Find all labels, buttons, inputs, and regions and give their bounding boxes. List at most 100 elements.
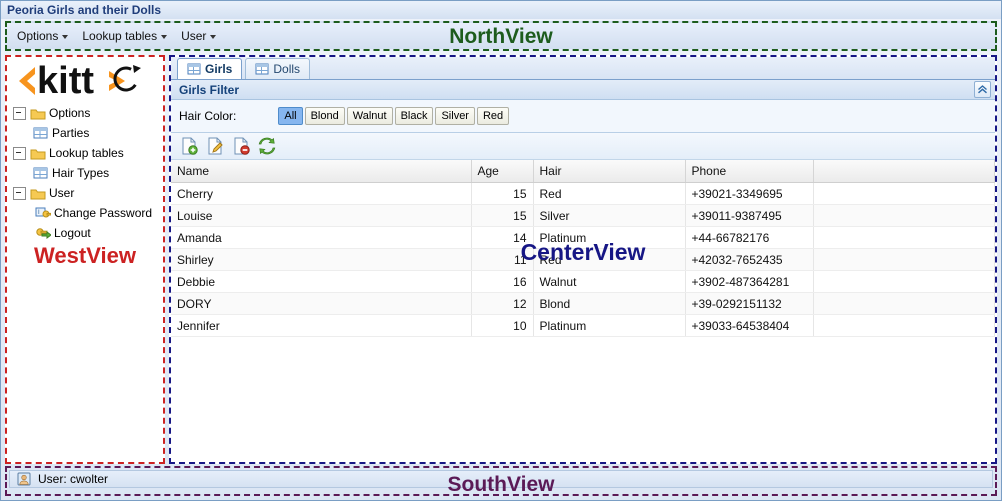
tree-node-user[interactable]: User bbox=[13, 183, 163, 203]
table-row[interactable]: Debbie 16 Walnut +3902-487364281 bbox=[171, 270, 995, 293]
tree-node-label: Parties bbox=[52, 126, 90, 140]
cell-filler bbox=[813, 314, 995, 337]
delete-record-button[interactable] bbox=[231, 136, 251, 156]
page-delete-icon bbox=[234, 137, 250, 155]
folder-icon bbox=[30, 149, 46, 159]
tree-node-label: Options bbox=[49, 106, 91, 120]
tree-node-hair-types[interactable]: Hair Types bbox=[13, 163, 163, 183]
tree-node-logout[interactable]: Logout bbox=[13, 223, 163, 243]
collapse-toggle-icon[interactable] bbox=[13, 106, 26, 120]
cell-hair: Red bbox=[533, 182, 686, 205]
folder-icon bbox=[30, 109, 46, 119]
west-region-label: WestView bbox=[34, 243, 136, 268]
cell-age: 15 bbox=[471, 204, 534, 227]
cell-name: DORY bbox=[171, 292, 472, 315]
cell-hair: Platinum bbox=[533, 314, 686, 337]
filter-option-black[interactable]: Black bbox=[394, 107, 434, 125]
cell-name: Debbie bbox=[171, 270, 472, 293]
menu-item-options-label: Options bbox=[17, 29, 59, 43]
filter-option-all[interactable]: All bbox=[278, 107, 303, 125]
table-icon bbox=[33, 167, 48, 179]
menu-bar: Options Lookup tables User bbox=[11, 26, 224, 46]
table-row[interactable]: Cherry 15 Red +39021-3349695 bbox=[171, 182, 995, 205]
chevron-down-icon bbox=[161, 34, 168, 39]
cell-filler bbox=[813, 248, 995, 271]
column-header-phone[interactable]: Phone bbox=[685, 160, 814, 183]
tree-node-options[interactable]: Options bbox=[13, 103, 163, 123]
filter-panel-body: Hair Color: All Blond Walnut Black Silve… bbox=[171, 100, 995, 133]
filter-panel-title: Girls Filter bbox=[179, 82, 240, 97]
cell-hair: Silver bbox=[533, 204, 686, 227]
cell-hair: Platinum bbox=[533, 226, 686, 249]
refresh-button[interactable] bbox=[257, 136, 277, 156]
cell-hair: Red bbox=[533, 248, 686, 271]
tree-node-label: User bbox=[49, 186, 75, 200]
table-row[interactable]: Louise 15 Silver +39011-9387495 bbox=[171, 204, 995, 227]
table-row[interactable]: Jennifer 10 Platinum +39033-64538404 bbox=[171, 314, 995, 337]
center-region: Girls Dolls Girls Filter Hair Color: All… bbox=[169, 55, 997, 464]
tree-node-change-password[interactable]: I Change Password bbox=[13, 203, 163, 223]
tree-node-label: Lookup tables bbox=[49, 146, 124, 160]
tab-girls[interactable]: Girls bbox=[177, 58, 243, 79]
cell-age: 10 bbox=[471, 314, 534, 337]
new-record-button[interactable] bbox=[179, 136, 199, 156]
cell-hair: Blond bbox=[533, 292, 686, 315]
cell-phone: +42032-7652435 bbox=[685, 248, 814, 271]
menu-item-user[interactable]: User bbox=[175, 27, 224, 45]
cell-phone: +39021-3349695 bbox=[685, 182, 814, 205]
filter-panel-header: Girls Filter bbox=[171, 80, 995, 100]
page-edit-icon bbox=[208, 137, 223, 155]
edit-record-button[interactable] bbox=[205, 136, 225, 156]
table-row[interactable]: Amanda 14 Platinum +44-66782176 bbox=[171, 226, 995, 249]
grid-toolbar bbox=[171, 133, 995, 160]
cell-name: Cherry bbox=[171, 182, 472, 205]
cell-filler bbox=[813, 292, 995, 315]
filter-option-red[interactable]: Red bbox=[476, 107, 510, 125]
cell-hair: Walnut bbox=[533, 270, 686, 293]
chevron-down-icon bbox=[210, 34, 217, 39]
table-icon bbox=[187, 63, 201, 75]
table-icon bbox=[255, 63, 269, 75]
menu-item-lookup-tables-label: Lookup tables bbox=[82, 29, 158, 43]
column-header-filler bbox=[813, 160, 995, 183]
cell-name: Jennifer bbox=[171, 314, 472, 337]
table-header-row: Name Age Hair Phone bbox=[171, 160, 995, 183]
column-header-name[interactable]: Name bbox=[171, 160, 472, 183]
table-row[interactable]: Shirley 11 Red +42032-7652435 bbox=[171, 248, 995, 271]
tree-node-label: Hair Types bbox=[52, 166, 110, 180]
table-row[interactable]: DORY 12 Blond +39-0292151132 bbox=[171, 292, 995, 315]
menu-item-lookup-tables[interactable]: Lookup tables bbox=[76, 27, 175, 45]
application-window: Peoria Girls and their Dolls Options Loo… bbox=[0, 0, 1002, 501]
hair-color-filter-group: All Blond Walnut Black Silver Red bbox=[278, 107, 511, 125]
tab-strip: Girls Dolls bbox=[171, 57, 995, 80]
cell-name: Amanda bbox=[171, 226, 472, 249]
user-icon bbox=[17, 472, 31, 486]
north-region: Options Lookup tables User NorthView bbox=[5, 21, 997, 51]
cell-phone: +39011-9387495 bbox=[685, 204, 814, 227]
status-text: User: cwolter bbox=[38, 472, 109, 486]
filter-option-walnut[interactable]: Walnut bbox=[346, 107, 393, 125]
collapse-panel-button[interactable] bbox=[974, 81, 991, 98]
cell-filler bbox=[813, 204, 995, 227]
cell-name: Shirley bbox=[171, 248, 472, 271]
cell-age: 15 bbox=[471, 182, 534, 205]
column-header-age[interactable]: Age bbox=[471, 160, 534, 183]
tree-node-parties[interactable]: Parties bbox=[13, 123, 163, 143]
kitt-logo: kitt bbox=[7, 57, 163, 101]
collapse-toggle-icon[interactable] bbox=[13, 146, 26, 160]
filter-option-silver[interactable]: Silver bbox=[435, 107, 475, 125]
cell-age: 11 bbox=[471, 248, 534, 271]
filter-option-blond[interactable]: Blond bbox=[304, 107, 345, 125]
collapse-toggle-icon[interactable] bbox=[13, 186, 26, 200]
cell-filler bbox=[813, 182, 995, 205]
cell-phone: +3902-487364281 bbox=[685, 270, 814, 293]
hair-color-label: Hair Color: bbox=[179, 109, 237, 123]
menu-item-options[interactable]: Options bbox=[11, 27, 76, 45]
tab-dolls[interactable]: Dolls bbox=[245, 58, 311, 79]
column-header-hair[interactable]: Hair bbox=[533, 160, 686, 183]
key-icon: I bbox=[35, 207, 51, 218]
cell-phone: +39033-64538404 bbox=[685, 314, 814, 337]
tree-node-lookup-tables[interactable]: Lookup tables bbox=[13, 143, 163, 163]
status-bar: User: cwolter bbox=[9, 470, 993, 488]
table-icon bbox=[33, 127, 48, 139]
